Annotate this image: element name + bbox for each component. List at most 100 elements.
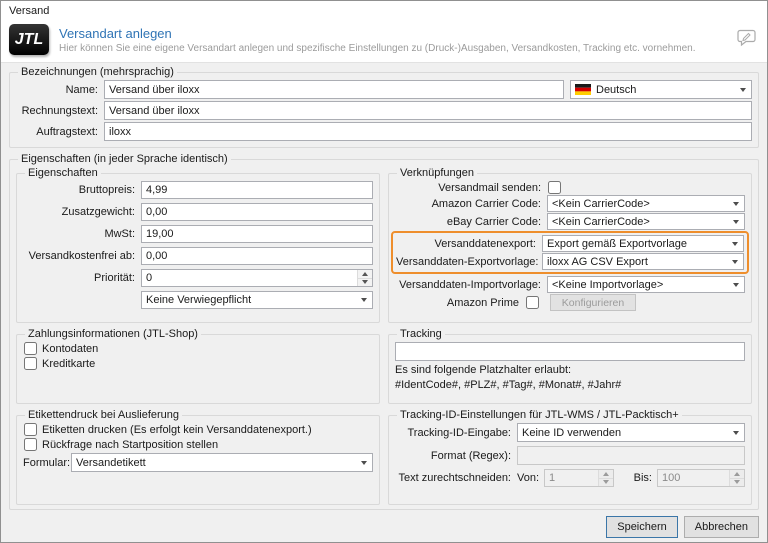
bis-label: Bis:	[634, 472, 657, 484]
ebay-carrier-select[interactable]: <Kein CarrierCode>	[547, 213, 745, 230]
chevron-down-icon	[728, 424, 744, 441]
von-label: Von:	[517, 472, 544, 484]
tracking-input[interactable]	[395, 342, 745, 361]
zusatzgewicht-label: Zusatzgewicht:	[23, 206, 141, 218]
group-zahlungsinformationen-legend: Zahlungsinformationen (JTL-Shop)	[25, 328, 201, 340]
zusatzgewicht-input[interactable]	[141, 203, 373, 221]
auftragstext-input[interactable]	[104, 122, 752, 141]
ebay-carrier-label: eBay Carrier Code:	[395, 216, 547, 228]
chevron-down-icon	[356, 454, 372, 471]
name-input[interactable]	[104, 80, 564, 99]
versanddatenexport-select[interactable]: Export gemäß Exportvorlage	[542, 235, 744, 252]
amazon-prime-label: Amazon Prime	[395, 297, 525, 309]
chevron-down-icon	[727, 254, 743, 269]
formular-select[interactable]: Versandetikett	[71, 453, 373, 472]
group-tracking-id-legend: Tracking-ID-Einstellungen für JTL-WMS / …	[397, 409, 682, 421]
von-spinner	[544, 469, 614, 487]
page-subtitle: Hier können Sie eine eigene Versandart a…	[59, 43, 729, 54]
importvorlage-select[interactable]: <Keine Importvorlage>	[547, 276, 745, 293]
versanddatenexport-row: Versanddatenexport: Export gemäß Exportv…	[396, 235, 744, 252]
dialog-footer: Speichern Abbrechen	[1, 510, 767, 543]
tracking-placeholders: #IdentCode#, #PLZ#, #Tag#, #Monat#, #Jah…	[395, 379, 745, 391]
spinner-down-icon	[599, 478, 613, 487]
rueckfrage-checkbox[interactable]	[24, 438, 37, 451]
importvorlage-row: Versanddaten-Importvorlage: <Keine Impor…	[395, 276, 745, 293]
feedback-bubble-icon[interactable]	[737, 29, 757, 50]
formular-row: Formular: Versandetikett	[23, 453, 373, 472]
jtl-logo: JTL	[9, 24, 49, 55]
verwiegepflicht-select[interactable]: Keine Verwiegepflicht	[141, 291, 373, 309]
spinner-up-icon	[599, 470, 613, 478]
von-input	[545, 470, 598, 486]
bis-spinner	[657, 469, 745, 487]
abbrechen-button[interactable]: Abbrechen	[684, 516, 759, 538]
formular-value: Versandetikett	[76, 457, 356, 469]
exportvorlage-value: iloxx AG CSV Export	[547, 256, 727, 268]
tracking-input-row	[395, 342, 745, 361]
format-regex-label: Format (Regex):	[395, 450, 517, 462]
chevron-down-icon	[728, 214, 744, 229]
bruttopreis-input[interactable]	[141, 181, 373, 199]
rueckfrage-label: Rückfrage nach Startposition stellen	[42, 439, 218, 451]
versanddatenexport-value: Export gemäß Exportvorlage	[547, 238, 727, 250]
amazon-carrier-select[interactable]: <Kein CarrierCode>	[547, 195, 745, 212]
mwst-input[interactable]	[141, 225, 373, 243]
exportvorlage-select[interactable]: iloxx AG CSV Export	[542, 253, 744, 270]
rechnungstext-label: Rechnungstext:	[16, 105, 104, 117]
verwiegepflicht-value: Keine Verwiegepflicht	[146, 294, 356, 306]
group-eigenschaften-legend: Eigenschaften	[25, 167, 101, 179]
importvorlage-label: Versanddaten-Importvorlage:	[395, 279, 547, 291]
rechnungstext-row: Rechnungstext:	[16, 101, 752, 120]
zurechtschneiden-row: Text zurechtschneiden: Von: Bis:	[395, 469, 745, 487]
kreditkarte-checkbox[interactable]	[24, 357, 37, 370]
group-tracking: Tracking Es sind folgende Platzhalter er…	[388, 328, 752, 404]
versandmail-row: Versandmail senden:	[395, 181, 745, 194]
spinner-down-icon	[730, 478, 744, 487]
group-bezeichnungen-legend: Bezeichnungen (mehrsprachig)	[18, 66, 177, 78]
versandmail-checkbox[interactable]	[548, 181, 561, 194]
chevron-down-icon	[727, 236, 743, 251]
kontodaten-checkbox[interactable]	[24, 342, 37, 355]
rechnungstext-input[interactable]	[104, 101, 752, 120]
exportvorlage-row: Versanddaten-Exportvorlage: iloxx AG CSV…	[396, 253, 744, 270]
name-label: Name:	[16, 84, 104, 96]
prioritaet-row: Priorität:	[23, 269, 373, 287]
mwst-label: MwSt:	[23, 228, 141, 240]
auftragstext-label: Auftragstext:	[16, 126, 104, 138]
etiketten-drucken-label: Etiketten drucken (Es erfolgt kein Versa…	[42, 424, 312, 436]
group-zahlungsinformationen: Zahlungsinformationen (JTL-Shop) Kontoda…	[16, 328, 380, 404]
language-select[interactable]: Deutsch	[570, 80, 752, 99]
dialog-header: JTL Versandart anlegen Hier können Sie e…	[1, 21, 767, 63]
spinner-up-icon[interactable]	[358, 270, 372, 278]
tracking-id-eingabe-label: Tracking-ID-Eingabe:	[395, 427, 517, 439]
chevron-down-icon	[735, 81, 751, 98]
importvorlage-value: <Keine Importvorlage>	[552, 279, 728, 291]
header-text: Versandart anlegen Hier können Sie eine …	[59, 26, 729, 54]
spinner-up-icon	[730, 470, 744, 478]
dialog-window: Versand JTL Versandart anlegen Hier könn…	[0, 0, 768, 543]
tracking-id-eingabe-row: Tracking-ID-Eingabe: Keine ID verwenden	[395, 423, 745, 442]
tracking-id-eingabe-select[interactable]: Keine ID verwenden	[517, 423, 745, 442]
prioritaet-spinner[interactable]	[141, 269, 373, 287]
bis-input	[658, 470, 729, 486]
kreditkarte-row: Kreditkarte	[23, 357, 373, 370]
amazon-prime-checkbox[interactable]	[526, 296, 539, 309]
verwiegepflicht-row: Keine Verwiegepflicht	[23, 291, 373, 309]
group-tracking-id: Tracking-ID-Einstellungen für JTL-WMS / …	[388, 409, 752, 505]
versandkostenfrei-input[interactable]	[141, 247, 373, 265]
etiketten-drucken-checkbox[interactable]	[24, 423, 37, 436]
bruttopreis-row: Bruttopreis:	[23, 181, 373, 199]
rueckfrage-row: Rückfrage nach Startposition stellen	[23, 438, 373, 451]
konfigurieren-button: Konfigurieren	[550, 294, 636, 311]
amazon-carrier-label: Amazon Carrier Code:	[395, 198, 547, 210]
formular-label: Formular:	[23, 457, 71, 469]
kontodaten-label: Kontodaten	[42, 343, 98, 355]
format-regex-input	[517, 446, 745, 465]
spinner-down-icon[interactable]	[358, 278, 372, 287]
ebay-carrier-row: eBay Carrier Code: <Kein CarrierCode>	[395, 213, 745, 230]
speichern-button[interactable]: Speichern	[606, 516, 678, 538]
kontodaten-row: Kontodaten	[23, 342, 373, 355]
prioritaet-input[interactable]	[142, 270, 357, 286]
ebay-carrier-value: <Kein CarrierCode>	[552, 216, 728, 228]
versandkostenfrei-label: Versandkostenfrei ab:	[23, 250, 141, 262]
